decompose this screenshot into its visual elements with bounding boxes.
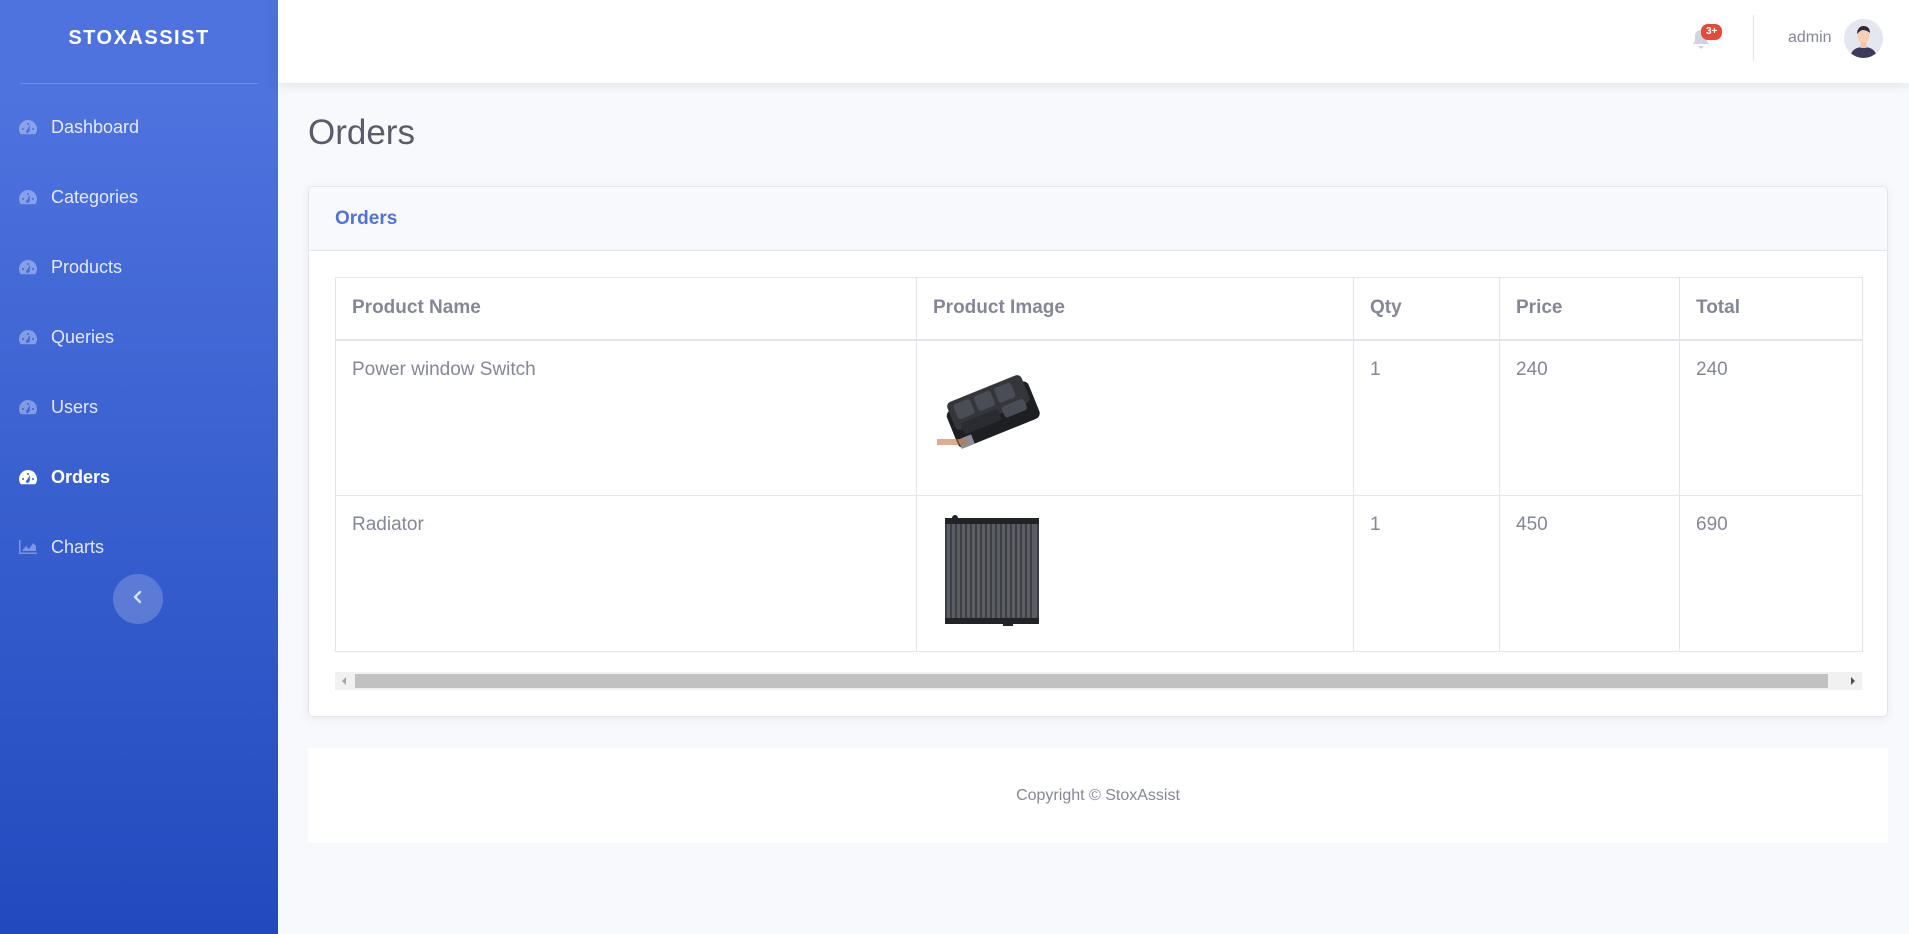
sidebar-item-products[interactable]: Products [0,232,278,302]
scroll-right-icon[interactable] [1844,672,1862,690]
sidebar-item-label: Charts [51,536,105,557]
scroll-left-icon[interactable] [335,672,353,690]
card-header: Orders [309,187,1887,251]
radiator-image [945,515,1039,626]
cell-product-name: Radiator [335,495,917,652]
topbar: 3+ admin [278,0,1909,83]
sidebar-item-label: Queries [51,326,115,347]
sidebar-item-users[interactable]: Users [0,372,278,442]
footer: Copyright © StoxAssist [308,748,1888,843]
sidebar-item-label: Products [51,256,123,277]
sidebar-item-charts[interactable]: Charts [0,512,278,582]
cell-product-image [916,495,1354,652]
cell-total: 240 [1679,339,1863,496]
notification-badge: 3+ [1701,24,1723,40]
gauge-icon [18,398,40,416]
sidebar-item-queries[interactable]: Queries [0,302,278,372]
copyright-text: Copyright © StoxAssist [1016,786,1180,804]
power-window-switch-image [937,374,1040,449]
table-row: Power window Switch 1 240 240 [335,339,1863,496]
gauge-icon [18,328,40,346]
gauge-icon [18,258,40,276]
cell-price: 450 [1499,495,1680,652]
page-title: Orders [308,113,415,152]
cell-product-image [916,339,1354,496]
area-chart-icon [18,538,40,556]
sidebar-item-label: Users [51,396,99,417]
sidebar-divider [20,83,258,84]
user-name[interactable]: admin [1788,29,1832,47]
brand-logo[interactable]: STOXASSIST [0,0,278,76]
column-header-product-image[interactable]: Product Image [916,277,1354,341]
sidebar-nav: Dashboard Categories Products Queries Us… [0,92,278,582]
cell-qty: 1 [1353,339,1500,496]
card-title: Orders [335,207,398,229]
gauge-icon [18,468,40,486]
gauge-icon [18,188,40,206]
topbar-divider [1753,15,1754,61]
sidebar-item-label: Dashboard [51,116,140,137]
sidebar-item-label: Categories [51,186,139,207]
scrollbar-thumb[interactable] [355,674,1828,688]
column-header-price[interactable]: Price [1499,277,1680,341]
sidebar-item-categories[interactable]: Categories [0,162,278,232]
table-container: Product Name Product Image Qty Price Tot… [335,277,1863,652]
gauge-icon [18,118,40,136]
cell-product-name: Power window Switch [335,339,917,496]
orders-table: Product Name Product Image Qty Price Tot… [335,277,1863,652]
chevron-left-icon [131,590,145,609]
column-header-qty[interactable]: Qty [1353,277,1500,341]
column-header-product-name[interactable]: Product Name [335,277,917,341]
sidebar-toggle-button[interactable] [113,574,163,624]
cell-qty: 1 [1353,495,1500,652]
sidebar-item-orders[interactable]: Orders [0,442,278,512]
horizontal-scrollbar[interactable] [335,672,1862,690]
table-row: Radiator 1 450 690 [335,495,1863,652]
sidebar-item-dashboard[interactable]: Dashboard [0,92,278,162]
cell-total: 690 [1679,495,1863,652]
column-header-total[interactable]: Total [1679,277,1863,341]
avatar[interactable] [1844,19,1883,58]
sidebar-item-label: Orders [51,466,111,487]
cell-price: 240 [1499,339,1680,496]
orders-card: Orders Product Name Product Image Qty Pr… [308,186,1888,717]
sidebar: STOXASSIST Dashboard Categories Products… [0,0,278,934]
table-header-row: Product Name Product Image Qty Price Tot… [335,277,1863,341]
